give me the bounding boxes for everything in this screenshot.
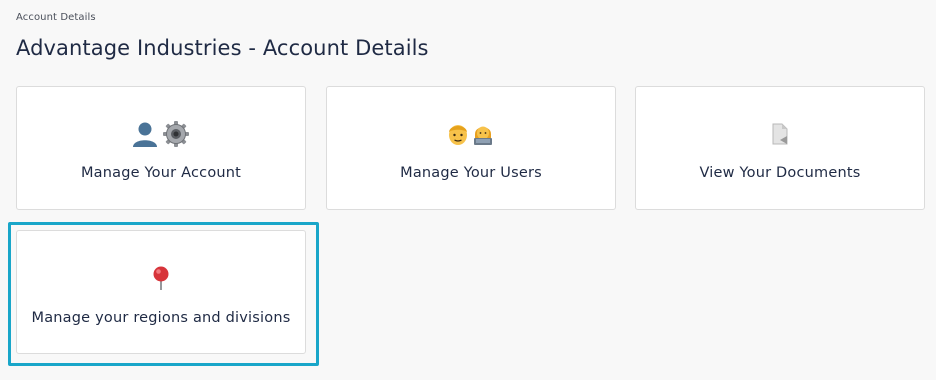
manage-regions-label: Manage your regions and divisions [31,310,291,326]
view-documents-icons [636,119,924,149]
person-at-laptop-icon [474,126,492,145]
pushpin-icon [153,266,169,290]
breadcrumb: Account Details [16,12,96,23]
manage-users-icons [327,119,615,149]
view-documents-card[interactable]: View Your Documents [635,86,925,210]
view-documents-label: View Your Documents [699,165,861,181]
manage-regions-icons [17,263,305,293]
man-face-icon [449,125,467,145]
page-title: Advantage Industries - Account Details [16,36,429,60]
manage-account-card[interactable]: Manage Your Account [16,86,306,210]
document-icon [772,123,788,145]
manage-regions-card[interactable]: Manage your regions and divisions [16,230,306,354]
manage-users-card[interactable]: Manage Your Users [326,86,616,210]
user-silhouette-icon [133,122,157,147]
manage-account-icons [17,119,305,149]
manage-users-label: Manage Your Users [400,165,542,181]
gear-icon [163,121,189,147]
manage-account-label: Manage Your Account [80,165,242,181]
